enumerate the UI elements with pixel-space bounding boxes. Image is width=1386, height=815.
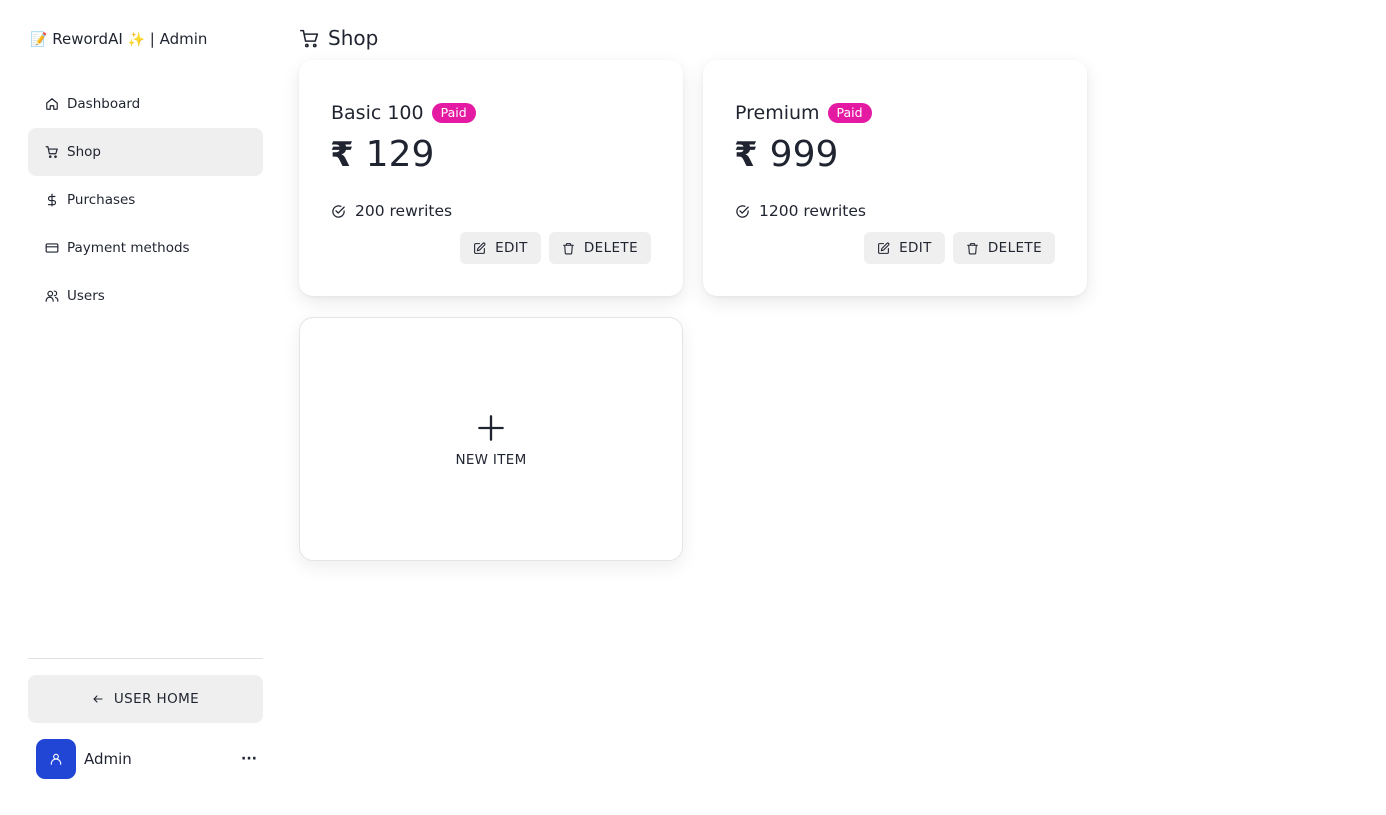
user-name: Admin (84, 750, 132, 768)
sidebar-item-label: Purchases (67, 192, 136, 208)
delete-button[interactable]: DELETE (548, 232, 651, 264)
delete-label: DELETE (987, 240, 1042, 256)
delete-button[interactable]: DELETE (952, 232, 1055, 264)
sidebar: 📝 RewordAI ✨ | Admin Dashboard Shop Purc… (28, 0, 263, 815)
cart-icon (45, 145, 59, 159)
rupee-icon: ₹ (330, 134, 354, 175)
user-home-button[interactable]: USER HOME (28, 675, 263, 723)
sidebar-item-label: Users (67, 288, 105, 304)
home-icon (45, 97, 59, 111)
new-item-content: NEW ITEM (300, 414, 682, 468)
rupee-icon: ₹ (734, 134, 758, 175)
brand-name: RewordAI (52, 30, 123, 48)
plus-icon (478, 415, 504, 441)
users-icon (45, 289, 59, 303)
brand-logo[interactable]: 📝 RewordAI ✨ | Admin (30, 30, 207, 48)
product-price: ₹ 129 (330, 134, 434, 175)
status-badge: Paid (827, 103, 872, 123)
sidebar-item-label: Shop (67, 144, 101, 160)
feature-label: 200 rewrites (355, 202, 453, 220)
product-title-row: Basic 100 Paid (331, 102, 476, 124)
sidebar-nav: Dashboard Shop Purchases Payment methods… (28, 80, 263, 320)
check-circle-icon (736, 204, 749, 218)
memo-emoji-icon: 📝 (30, 32, 48, 48)
sidebar-item-label: Payment methods (67, 240, 190, 256)
page-header: Shop (299, 26, 378, 50)
sidebar-item-dashboard[interactable]: Dashboard (28, 80, 263, 128)
edit-button[interactable]: EDIT (460, 232, 541, 264)
cart-icon (299, 29, 319, 47)
sparkles-emoji-icon: ✨ (127, 32, 145, 48)
edit-button[interactable]: EDIT (864, 232, 945, 264)
sidebar-item-payment-methods[interactable]: Payment methods (28, 224, 263, 272)
page-title: Shop (328, 26, 379, 50)
product-feature: 200 rewrites (331, 202, 452, 220)
sidebar-item-shop[interactable]: Shop (28, 128, 263, 176)
product-price: ₹ 999 (734, 134, 838, 175)
edit-label: EDIT (899, 240, 932, 256)
edit-icon (474, 242, 486, 254)
card-actions: EDIT DELETE (460, 232, 651, 264)
dollar-icon (45, 193, 59, 207)
new-item-card[interactable]: NEW ITEM (299, 317, 683, 561)
check-circle-icon (332, 204, 345, 218)
price-value: 129 (365, 134, 435, 175)
avatar (36, 739, 76, 779)
user-icon (50, 753, 62, 765)
product-feature: 1200 rewrites (735, 202, 866, 220)
arrow-left-icon (93, 695, 103, 703)
edit-label: EDIT (495, 240, 528, 256)
product-name: Basic 100 (331, 102, 424, 124)
trash-icon (562, 242, 574, 254)
price-value: 999 (769, 134, 839, 175)
sidebar-item-users[interactable]: Users (28, 272, 263, 320)
sidebar-divider (28, 658, 263, 659)
sidebar-item-purchases[interactable]: Purchases (28, 176, 263, 224)
product-card: Premium Paid ₹ 999 1200 rewrites EDIT DE… (703, 60, 1087, 296)
new-item-label: NEW ITEM (455, 452, 527, 468)
card-actions: EDIT DELETE (864, 232, 1055, 264)
brand-suffix: | Admin (149, 30, 208, 48)
sidebar-item-label: Dashboard (67, 96, 141, 112)
trash-icon (966, 242, 978, 254)
user-profile[interactable]: Admin ··· (36, 739, 263, 779)
credit-card-icon (45, 241, 59, 255)
user-home-label: USER HOME (113, 691, 200, 707)
more-options-icon[interactable]: ··· (239, 749, 259, 769)
feature-label: 1200 rewrites (759, 202, 866, 220)
delete-label: DELETE (583, 240, 638, 256)
edit-icon (878, 242, 890, 254)
status-badge: Paid (431, 103, 476, 123)
product-title-row: Premium Paid (735, 102, 872, 124)
product-card: Basic 100 Paid ₹ 129 200 rewrites EDIT D… (299, 60, 683, 296)
product-name: Premium (735, 102, 820, 124)
